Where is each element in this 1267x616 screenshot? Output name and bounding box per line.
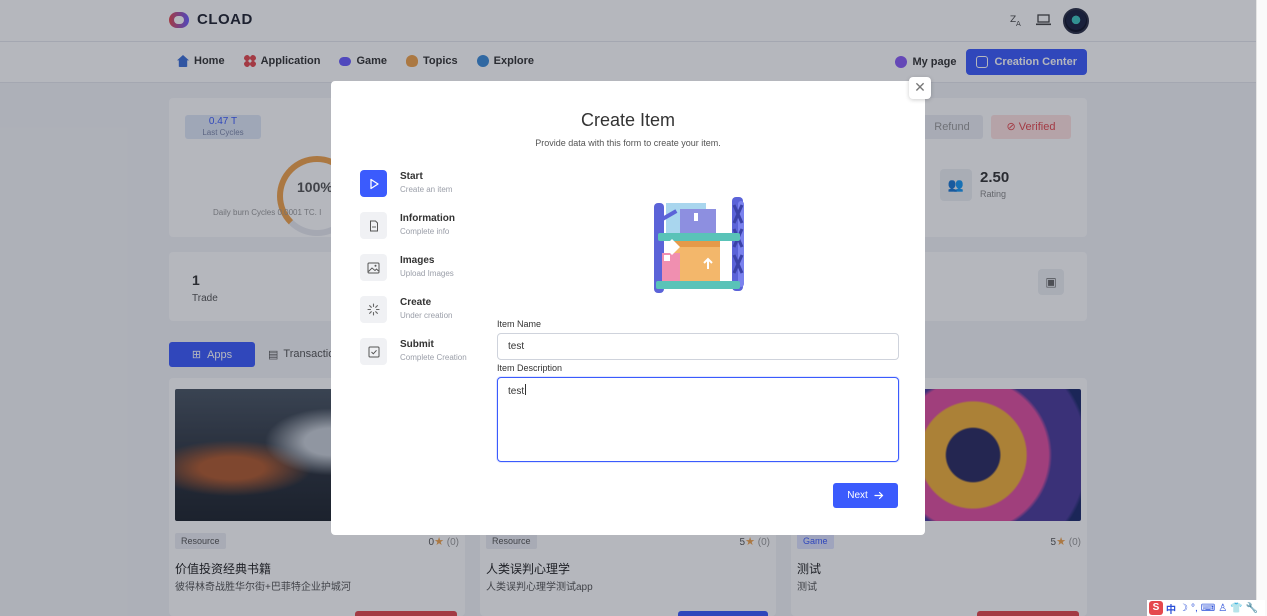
sogou-ime-icon: S — [1149, 601, 1163, 615]
arrow-right-icon — [874, 491, 884, 500]
step-name: Submit — [400, 339, 434, 350]
page-scrollbar[interactable] — [1256, 0, 1267, 616]
modal-subtitle: Provide data with this form to create yo… — [535, 138, 721, 148]
step-name: Information — [400, 213, 455, 224]
keyboard-icon[interactable]: ⌨ — [1201, 603, 1215, 614]
item-description-value: test — [508, 386, 525, 397]
step-submit[interactable]: Submit Complete Creation — [360, 338, 510, 368]
step-desc: Complete info — [400, 227, 450, 236]
ime-mode[interactable]: 中 — [1166, 601, 1176, 616]
step-desc: Complete Creation — [400, 353, 467, 362]
step-desc: Create an item — [400, 185, 453, 194]
ime-toolbar[interactable]: S 中 ☽ °, ⌨ ♙ 👕 🔧 — [1147, 600, 1265, 616]
checkbox-icon — [360, 338, 387, 365]
user-icon[interactable]: ♙ — [1218, 603, 1227, 614]
item-name-label: Item Name — [497, 319, 542, 329]
item-name-input[interactable]: test — [497, 333, 899, 360]
text-caret — [525, 384, 527, 395]
item-description-label: Item Description — [497, 363, 563, 373]
wrench-icon[interactable]: 🔧 — [1246, 603, 1258, 614]
punctuation-icon[interactable]: °, — [1191, 603, 1198, 614]
document-icon — [360, 212, 387, 239]
step-name: Images — [400, 255, 435, 266]
storage-shelf-illustration — [654, 197, 744, 293]
item-description-textarea[interactable]: test — [497, 377, 899, 462]
step-create[interactable]: Create Under creation — [360, 296, 510, 326]
step-start[interactable]: Start Create an item — [360, 170, 510, 200]
step-name: Start — [400, 171, 423, 182]
modal-title: Create Item — [580, 110, 676, 130]
loader-icon — [360, 296, 387, 323]
step-name: Create — [400, 297, 432, 308]
step-desc: Upload Images — [400, 269, 454, 278]
shirt-icon[interactable]: 👕 — [1230, 603, 1242, 614]
next-label: Next — [847, 490, 868, 501]
close-icon: ✕ — [914, 79, 926, 95]
create-item-modal: Create Item Provide data with this form … — [331, 81, 925, 535]
next-button[interactable]: Next — [833, 483, 898, 508]
modal-close-button[interactable]: ✕ — [909, 77, 931, 99]
step-desc: Under creation — [400, 311, 453, 320]
moon-icon[interactable]: ☽ — [1179, 603, 1188, 614]
play-icon — [360, 170, 387, 197]
image-icon — [360, 254, 387, 281]
step-images[interactable]: Images Upload Images — [360, 254, 510, 284]
step-information[interactable]: Information Complete info — [360, 212, 510, 242]
